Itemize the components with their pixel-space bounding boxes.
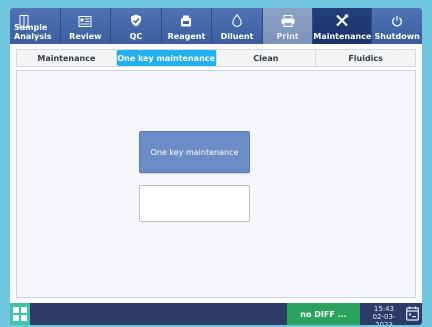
power-icon xyxy=(391,12,403,31)
diluent-drop-icon xyxy=(232,12,242,31)
tab-clean[interactable]: Clean xyxy=(217,50,317,66)
content-panel: One key maintenance xyxy=(16,70,416,298)
status-bar: no DIFF ... 15:43 02-03-2023 xyxy=(10,303,422,325)
result-display-box xyxy=(139,185,250,222)
apps-grid-icon[interactable] xyxy=(10,303,30,325)
maintenance-tools-icon xyxy=(335,12,349,31)
diluent-label: Diluent xyxy=(220,32,254,41)
clock: 15:43 02-03-2023 xyxy=(364,305,404,325)
qc-shield-icon xyxy=(130,12,141,31)
clock-date: 02-03-2023 xyxy=(372,313,396,325)
review-button[interactable]: Review xyxy=(61,8,112,44)
qc-label: QC xyxy=(129,32,143,41)
one-key-maintenance-button[interactable]: One key maintenance xyxy=(139,131,250,173)
print-button[interactable]: Print xyxy=(262,8,314,44)
maintenance-tabs: Maintenance One key maintenance Clean Fl… xyxy=(16,49,416,67)
clock-time: 15:43 xyxy=(373,305,395,313)
print-label: Print xyxy=(276,32,299,41)
main-toolbar: Sample Analysis Review QC Reagent Diluen… xyxy=(10,8,422,44)
review-card-icon xyxy=(78,12,92,31)
maintenance-button[interactable]: Maintenance xyxy=(313,8,373,44)
reagent-button[interactable]: Reagent xyxy=(162,8,213,44)
maintenance-label: Maintenance xyxy=(313,32,372,41)
review-label: Review xyxy=(69,32,102,41)
calendar-icon[interactable] xyxy=(406,306,419,321)
sample-analysis-label: Sample Analysis xyxy=(14,23,52,41)
qc-button[interactable]: QC xyxy=(111,8,162,44)
sample-analysis-button[interactable]: Sample Analysis xyxy=(10,8,61,44)
tab-fluidics[interactable]: Fluidics xyxy=(316,50,415,66)
diluent-button[interactable]: Diluent xyxy=(212,8,263,44)
tab-maintenance[interactable]: Maintenance xyxy=(17,50,117,66)
printer-icon xyxy=(281,12,295,31)
reagent-bottle-icon xyxy=(180,12,192,31)
shutdown-button[interactable]: Shutdown xyxy=(372,8,422,44)
app-window: Sample Analysis Review QC Reagent Diluen… xyxy=(10,8,422,325)
shutdown-label: Shutdown xyxy=(374,32,420,41)
status-message[interactable]: no DIFF ... xyxy=(287,303,360,325)
reagent-label: Reagent xyxy=(167,32,206,41)
tab-one-key-maintenance[interactable]: One key maintenance xyxy=(116,50,217,66)
